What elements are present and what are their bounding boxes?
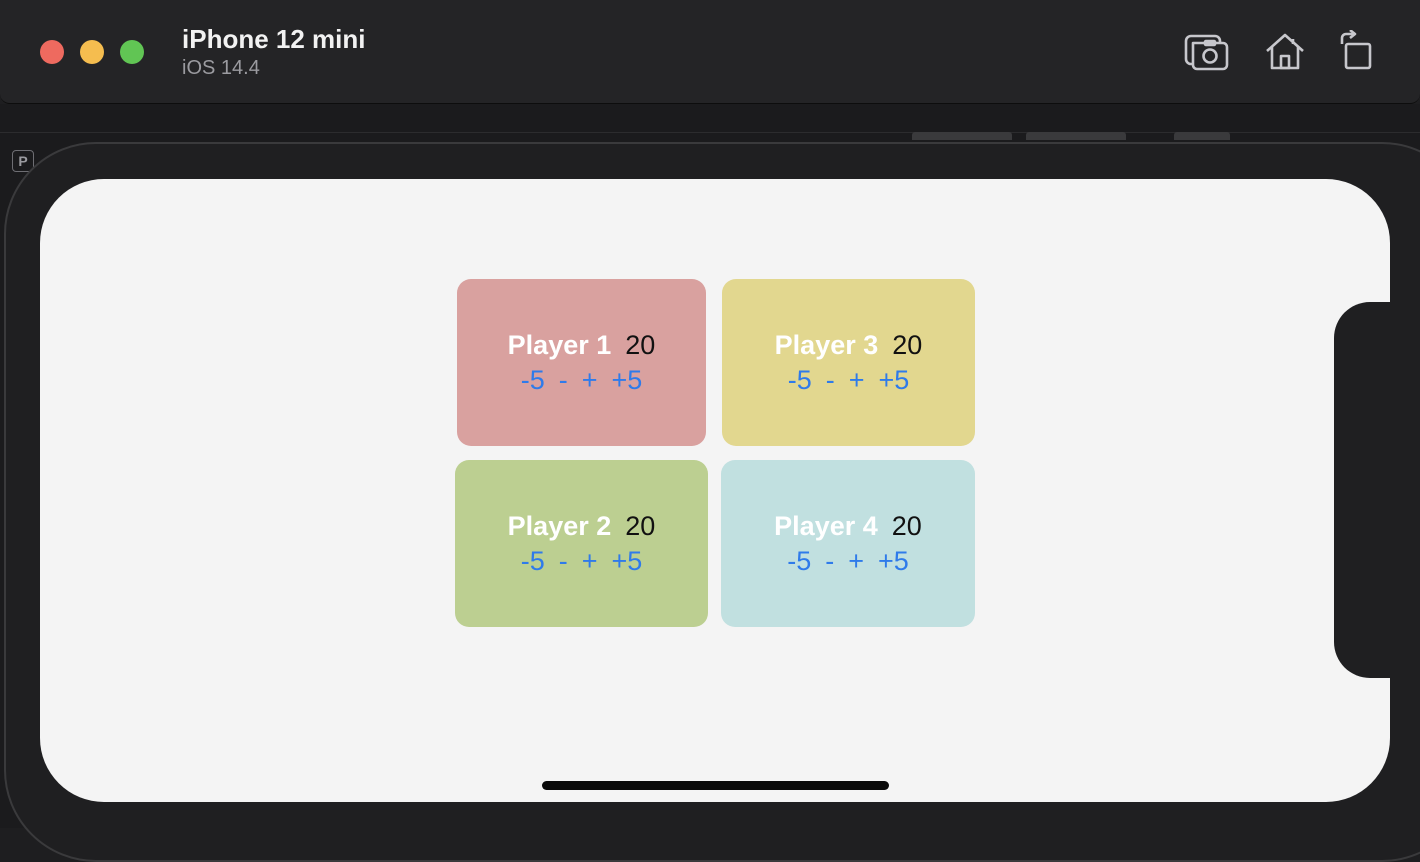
player-name: Player 3 (774, 330, 879, 360)
tab-stub (1174, 132, 1230, 140)
minus-one-button[interactable]: - (825, 545, 834, 577)
rotate-icon[interactable] (1336, 28, 1382, 74)
plus-five-button[interactable]: +5 (612, 545, 643, 577)
minus-five-button[interactable]: -5 (521, 545, 545, 577)
plus-one-button[interactable]: + (849, 364, 865, 396)
tab-stub (1026, 132, 1126, 140)
device-notch (1334, 302, 1414, 678)
minus-five-button[interactable]: -5 (521, 364, 545, 396)
plus-five-button[interactable]: +5 (612, 364, 643, 396)
plus-one-button[interactable]: + (582, 364, 598, 396)
os-version: iOS 14.4 (182, 57, 260, 79)
player-name: Player 4 (774, 511, 878, 541)
plus-one-button[interactable]: + (582, 545, 598, 577)
device-screen (40, 179, 1390, 802)
simulator-title-bar: iPhone 12 mini iOS 14.4 (0, 0, 1420, 104)
plus-five-button[interactable]: +5 (878, 545, 909, 577)
plus-one-button[interactable]: + (848, 545, 864, 577)
player-score: 20 (891, 511, 922, 541)
minimize-button[interactable] (80, 40, 104, 64)
player-score: 20 (625, 511, 656, 541)
player-name: Player 2 (507, 511, 612, 541)
minus-five-button[interactable]: -5 (787, 545, 811, 577)
minus-one-button[interactable]: - (826, 364, 835, 396)
device-name: iPhone 12 mini (182, 24, 366, 54)
minus-five-button[interactable]: -5 (788, 364, 812, 396)
home-icon[interactable] (1262, 30, 1308, 74)
home-indicator[interactable] (542, 781, 889, 790)
player-name: Player 1 (507, 330, 612, 360)
player-score: 20 (892, 330, 923, 360)
zoom-button[interactable] (120, 40, 144, 64)
player-1-card: Player 1 20 -5 - + +5 (457, 279, 706, 446)
screenshot-icon[interactable] (1184, 30, 1230, 74)
plus-five-button[interactable]: +5 (879, 364, 910, 396)
close-button[interactable] (40, 40, 64, 64)
player-score: 20 (625, 330, 656, 360)
tab-stub (912, 132, 1012, 140)
minus-one-button[interactable]: - (559, 364, 568, 396)
player-4-card: Player 4 20 -5 - + +5 (721, 460, 975, 627)
minus-one-button[interactable]: - (559, 545, 568, 577)
player-2-card: Player 2 20 -5 - + +5 (455, 460, 708, 627)
player-3-card: Player 3 20 -5 - + +5 (722, 279, 975, 446)
